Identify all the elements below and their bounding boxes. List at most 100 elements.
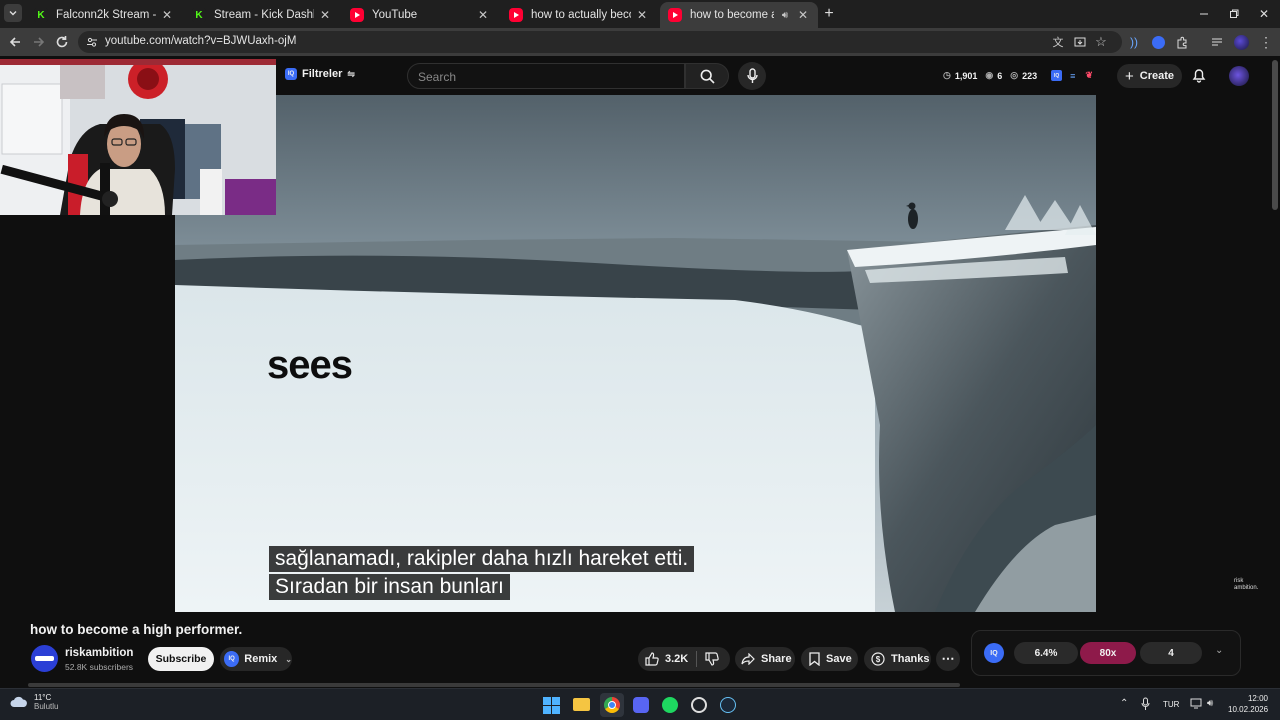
back-icon[interactable] [5, 32, 25, 52]
subscribe-label: Subscribe [155, 653, 207, 665]
channel-avatar[interactable] [31, 645, 58, 672]
create-label: Create [1139, 70, 1174, 82]
subscribe-button[interactable]: Subscribe [148, 647, 214, 671]
site-info-icon[interactable] [82, 32, 102, 52]
address-bar[interactable]: youtube.com/watch?v=BJWUaxh-ojM 文 ☆ [78, 31, 1122, 53]
iq-icon: IQ [285, 68, 297, 80]
forward-icon[interactable] [29, 32, 49, 52]
thanks-icon: $ [871, 652, 885, 666]
start-button[interactable] [543, 697, 560, 714]
chrome-icon[interactable] [600, 693, 624, 717]
browser-menu-icon[interactable]: ⋮ [1256, 32, 1276, 52]
clock-icon: ◷ [943, 70, 951, 80]
obs-icon[interactable] [691, 697, 707, 713]
search-input[interactable]: Search [407, 63, 685, 89]
iq-count: 4 [1168, 647, 1174, 659]
iq-percent-pill[interactable]: 6.4% [1014, 642, 1078, 664]
share-button[interactable]: Share [735, 647, 795, 671]
close-tab-icon[interactable]: ✕ [160, 8, 174, 22]
more-actions-button[interactable]: ⋯ [936, 647, 960, 671]
badge-icon[interactable]: ❦ [1085, 70, 1093, 81]
steam-icon[interactable] [720, 697, 736, 713]
search-button[interactable] [685, 63, 729, 89]
chevron-down-icon[interactable]: ⌄ [1215, 645, 1223, 656]
reading-list-icon[interactable] [1207, 32, 1227, 52]
file-explorer-icon[interactable] [573, 698, 590, 711]
tab-title: how to actually become a polym [531, 9, 631, 21]
tab-youtube[interactable]: YouTube ✕ [342, 2, 498, 28]
tab-kick-dashboard[interactable]: K Stream - Kick Dashboard ✕ [184, 2, 340, 28]
discord-icon[interactable] [633, 697, 649, 713]
stat-views: 1,901 [954, 70, 978, 81]
chevron-down-icon: ⌄ [285, 654, 292, 664]
video-player[interactable]: sees sağlanamadı, rakipler daha hızlı ha… [175, 95, 1096, 612]
notifications-bell-icon[interactable] [1192, 67, 1206, 83]
youtube-icon [668, 8, 682, 22]
close-window-icon[interactable]: ✕ [1254, 4, 1274, 24]
share-icon [741, 653, 755, 665]
close-tab-icon[interactable]: ✕ [796, 8, 810, 22]
weather-widget[interactable]: 11°C Bulutlu [10, 693, 58, 711]
network-icon[interactable] [1190, 698, 1203, 709]
clock[interactable]: 12:00 10.02.2026 [1228, 694, 1268, 714]
minimize-icon[interactable] [1194, 4, 1214, 24]
search-placeholder: Search [418, 70, 457, 84]
thanks-button[interactable]: $ Thanks [864, 647, 931, 671]
install-app-icon[interactable] [1070, 32, 1090, 52]
filters-button[interactable]: IQ Filtreler ⇋ [285, 68, 355, 80]
webcam-feed [0, 59, 276, 215]
iq-percent: 6.4% [1034, 647, 1058, 659]
subtitle-line-2: Sıradan bir insan bunları [269, 574, 510, 600]
reload-icon[interactable] [52, 32, 72, 52]
iq-multiplier-pill[interactable]: 80x [1080, 642, 1136, 664]
url-text: youtube.com/watch?v=BJWUaxh-ojM [105, 35, 297, 47]
browser-tab-strip: K Falconn2k Stream - Watch Live ✕ K Stre… [0, 0, 1280, 28]
tab-title: YouTube [372, 9, 418, 21]
iq-icon[interactable]: IQ [1051, 70, 1063, 81]
microphone-icon[interactable] [1141, 697, 1150, 711]
like-button[interactable]: 3.2K [638, 647, 688, 671]
youtube-header: IQ Filtreler ⇋ Search ◷ 1,901 ◉ 6 ◎ 223 … [275, 56, 1280, 96]
language-indicator[interactable]: TUR [1163, 700, 1179, 709]
subtitle-line-1: sağlanamadı, rakipler daha hızlı hareket… [269, 546, 695, 572]
remix-label: Remix [244, 653, 278, 665]
horizontal-scrollbar[interactable] [28, 683, 960, 687]
like-count: 3.2K [665, 653, 689, 665]
thumbs-down-icon [705, 652, 719, 666]
spotify-icon[interactable] [662, 697, 678, 713]
page-scrollbar[interactable] [1272, 60, 1278, 210]
microphone-icon [747, 68, 758, 84]
account-avatar[interactable] [1229, 66, 1249, 86]
bookmark-star-icon[interactable]: ☆ [1091, 32, 1111, 52]
save-button[interactable]: Save [801, 647, 858, 671]
iq-count-pill[interactable]: 4 [1140, 642, 1202, 664]
close-tab-icon[interactable]: ✕ [318, 8, 332, 22]
close-tab-icon[interactable]: ✕ [476, 8, 490, 22]
voice-search-button[interactable] [738, 62, 766, 90]
extension-wave-icon[interactable]: )) [1124, 32, 1144, 52]
close-tab-icon[interactable]: ✕ [635, 8, 649, 22]
dislike-button[interactable] [697, 652, 719, 666]
tab-polymath-video[interactable]: how to actually become a polym ✕ [501, 2, 657, 28]
tab-high-performer-video[interactable]: how to become a high perfo 🔊︎ ✕ [660, 2, 818, 28]
weather-description: Bulutlu [34, 702, 59, 711]
translate-icon[interactable]: 文 [1048, 32, 1068, 52]
extension-iq-icon[interactable] [1148, 32, 1168, 52]
channel-name[interactable]: riskambition [65, 647, 133, 659]
new-tab-icon[interactable]: + [819, 4, 839, 24]
extensions-puzzle-icon[interactable] [1172, 32, 1192, 52]
profile-avatar[interactable] [1231, 32, 1251, 52]
remix-button[interactable]: IQ Remix ⌄ [220, 647, 292, 671]
iq-logo-icon[interactable]: IQ [984, 643, 1004, 663]
volume-icon[interactable]: 🔊︎ [1207, 698, 1213, 709]
tab-falconn2k-stream[interactable]: K Falconn2k Stream - Watch Live ✕ [26, 2, 182, 28]
tab-search-icon[interactable] [4, 4, 22, 22]
restore-icon[interactable] [1224, 4, 1244, 24]
list-icon[interactable]: ≡ [1070, 71, 1075, 81]
speaker-icon[interactable]: 🔊︎ [778, 10, 792, 21]
plus-icon: + [1124, 67, 1134, 85]
show-hidden-icons[interactable]: ⌃ [1120, 698, 1128, 709]
create-button[interactable]: + Create [1117, 64, 1182, 88]
stat-count: 223 [1022, 70, 1038, 81]
youtube-icon [509, 8, 523, 22]
